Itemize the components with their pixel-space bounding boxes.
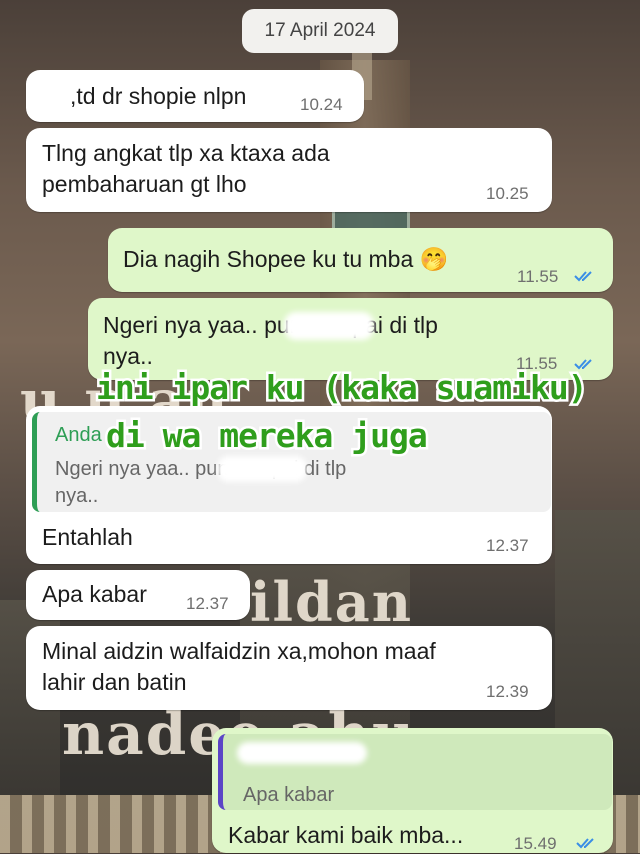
message-time: 10.25 [486, 184, 529, 203]
message-time: 15.49 [514, 834, 557, 853]
background-overlay-text-middle: ildan [250, 570, 414, 634]
date-separator: 17 April 2024 [242, 9, 398, 53]
incoming-message[interactable]: ,td dr shopie nlpn 10.24 [26, 70, 364, 122]
redaction-mark [217, 456, 307, 482]
message-time: 12.37 [486, 536, 529, 555]
annotation-line-1: ini ipar ku (kaka suamiku) [94, 366, 591, 410]
message-text: Ngeri nya yaa.. pun sampai di tlp nya.. [103, 312, 438, 369]
redaction-mark [284, 312, 374, 340]
message-time: 11.55 [517, 267, 559, 286]
redaction-mark [237, 742, 367, 764]
read-ticks-icon [574, 271, 592, 282]
message-text: Minal aidzin walfaidzin xa,mohon maaf la… [42, 638, 436, 695]
read-ticks-icon [576, 838, 594, 849]
message-time: 12.37 [186, 594, 229, 613]
message-text: Tlng angkat tlp xa ktaxa ada pembaharuan… [42, 140, 330, 197]
message-text: Kabar kami baik mba... [228, 822, 464, 848]
message-time: 10.24 [300, 95, 343, 114]
outgoing-message-with-reply[interactable]: Apa kabar Kabar kami baik mba... 15.49 [212, 728, 613, 853]
outgoing-message[interactable]: Dia nagih Shopee ku tu mba 🤭 11.55 [108, 228, 613, 292]
message-text: Apa kabar [42, 581, 147, 607]
message-text: Dia nagih Shopee ku tu mba 🤭 [123, 246, 449, 272]
quoted-text: Apa kabar [243, 784, 335, 806]
incoming-message[interactable]: Apa kabar 12.37 [26, 570, 250, 620]
message-text: Entahlah [42, 524, 133, 550]
incoming-message[interactable]: Minal aidzin walfaidzin xa,mohon maaf la… [26, 626, 552, 710]
message-text: ,td dr shopie nlpn [70, 83, 247, 109]
incoming-message[interactable]: Tlng angkat tlp xa ktaxa ada pembaharuan… [26, 128, 552, 212]
message-time: 12.39 [486, 682, 529, 701]
annotation-line-2: di wa mereka juga [104, 414, 431, 458]
quoted-reply[interactable]: Apa kabar [218, 734, 612, 810]
quoted-author: Anda [55, 424, 102, 446]
